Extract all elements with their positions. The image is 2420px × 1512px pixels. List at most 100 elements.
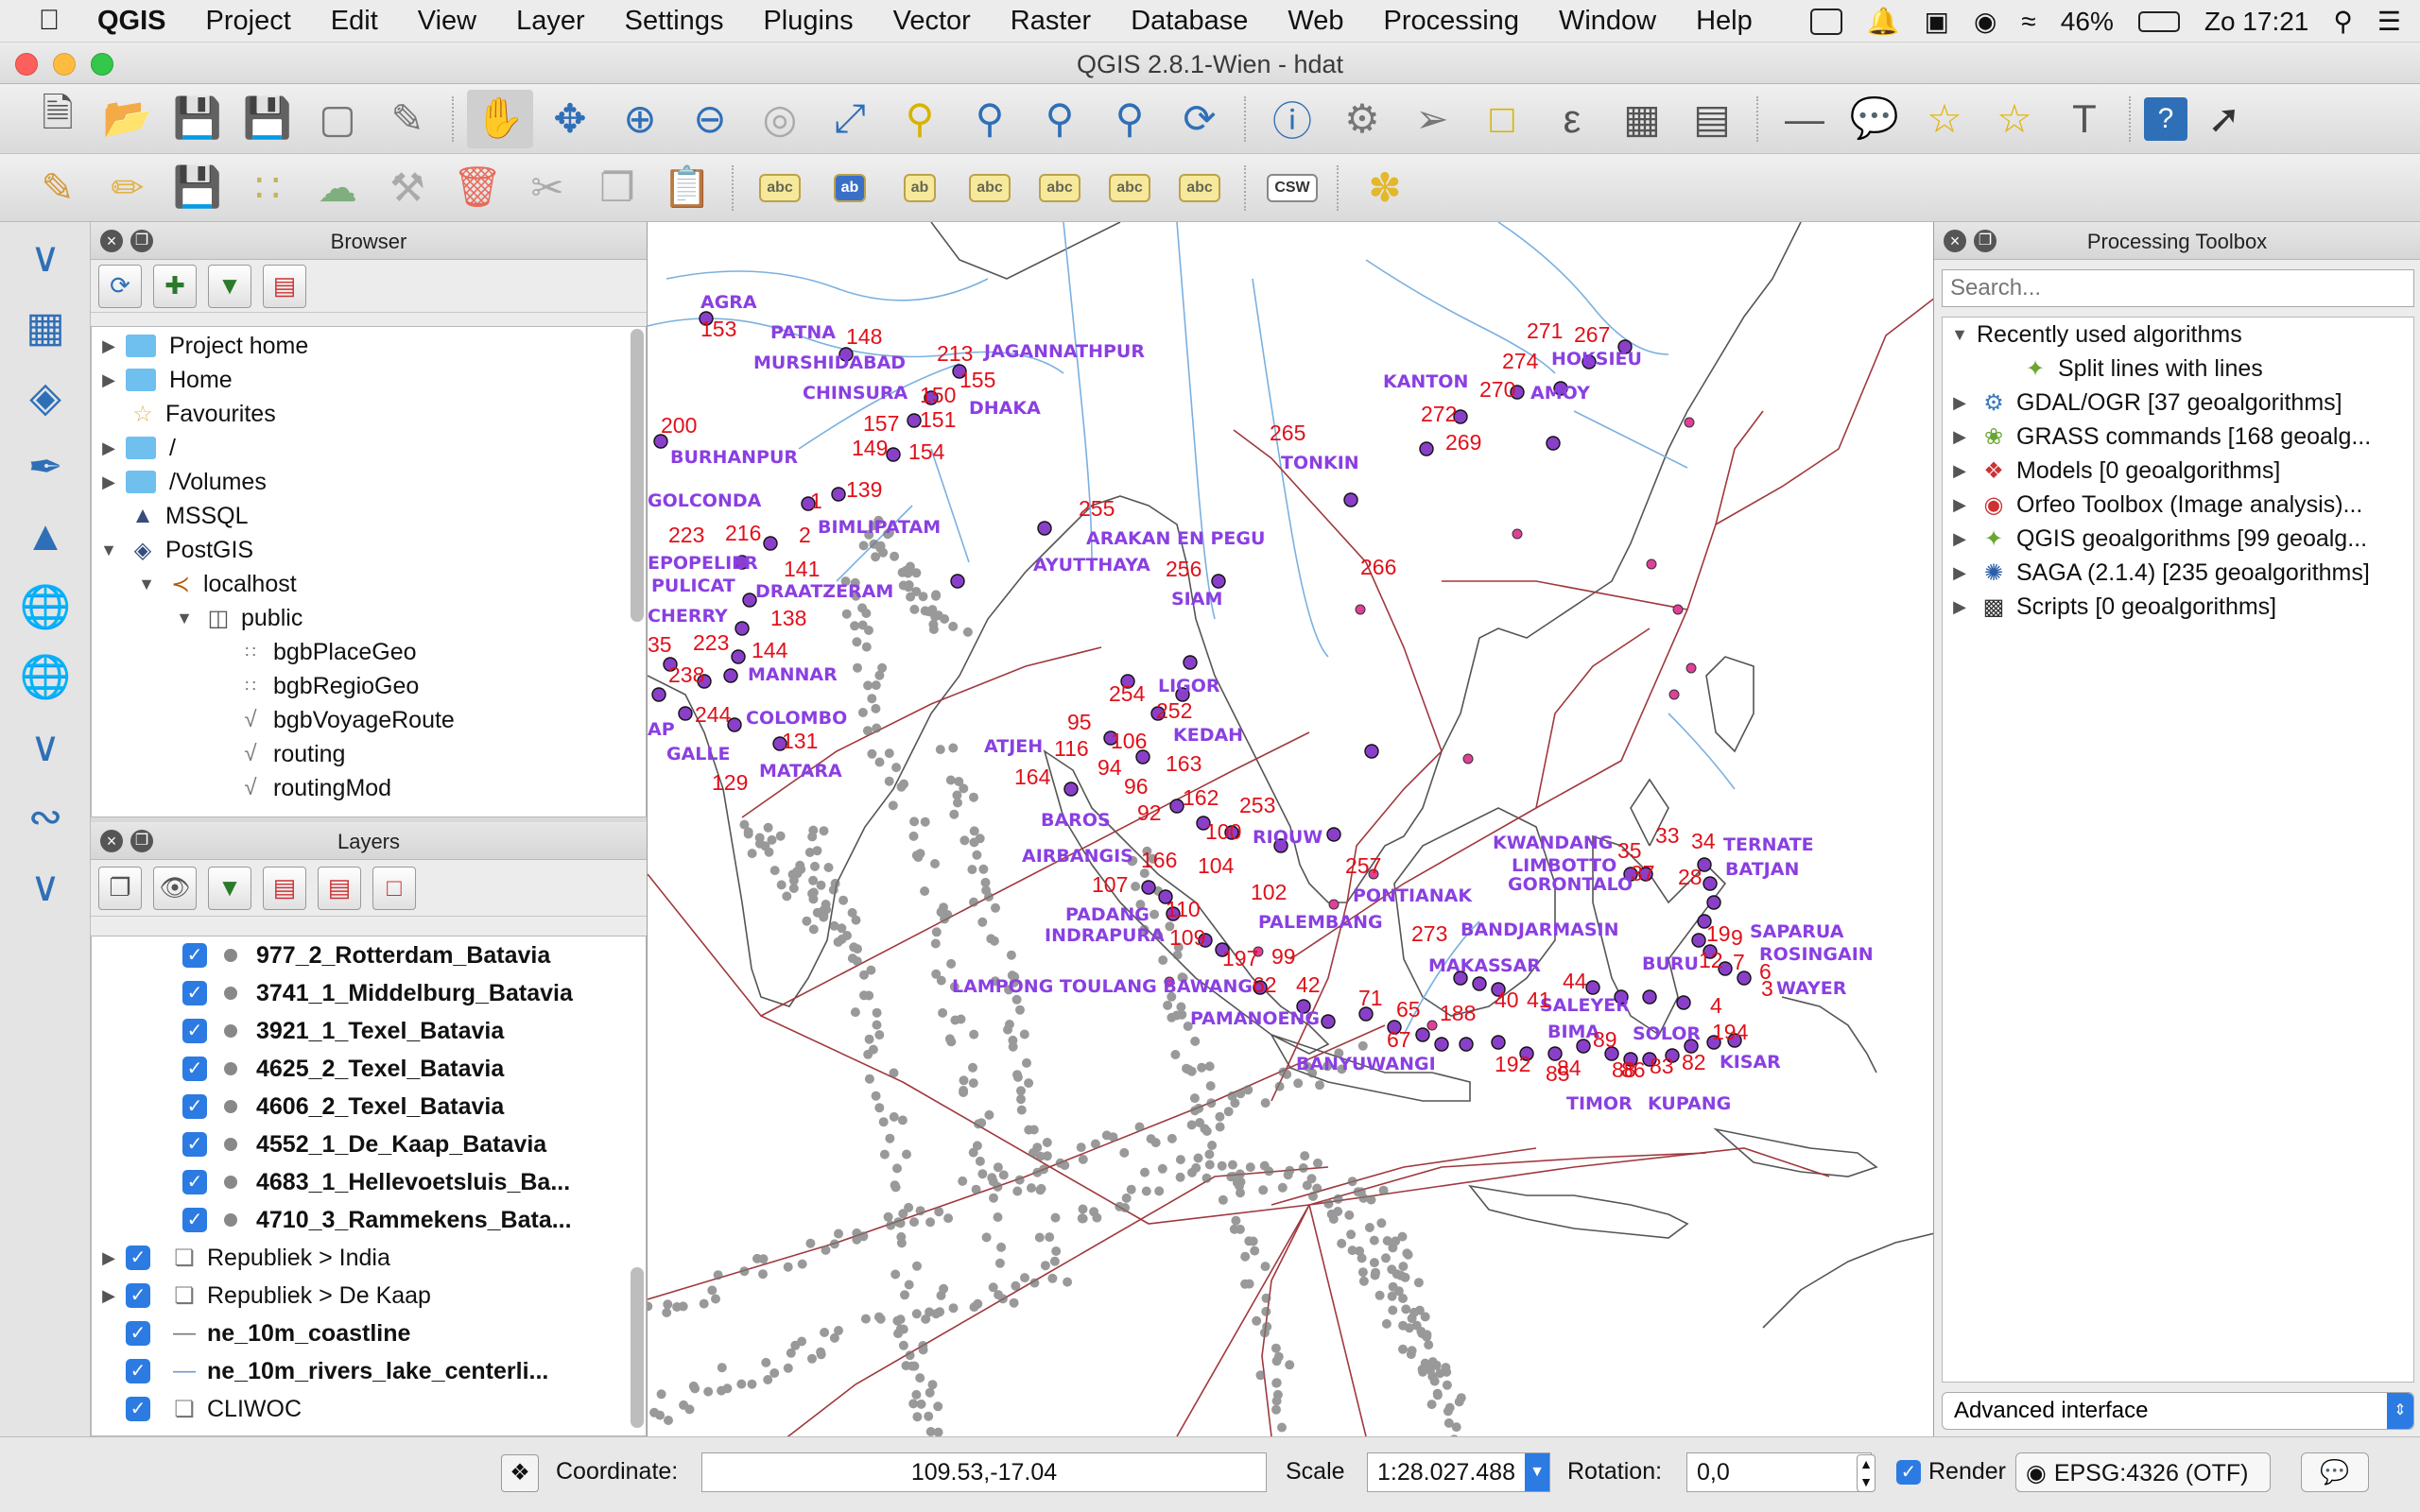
battery-icon[interactable] [2137, 10, 2180, 32]
menu-view[interactable]: View [398, 6, 496, 37]
current-edits-icon[interactable]: ✎ [25, 159, 91, 217]
zoom-to-selection-icon[interactable]: ⚲ [887, 90, 953, 148]
refresh-icon[interactable]: ⟳ [98, 264, 142, 308]
layer-visibility-checkbox[interactable]: ✓ [182, 1094, 207, 1119]
layer-row[interactable]: ✓ — ne_10m_coastline [92, 1314, 646, 1352]
field-calculator-icon[interactable]: ε [1539, 90, 1605, 148]
help-contents-icon[interactable]: ? [2144, 96, 2187, 141]
manage-visibility-icon[interactable]: 👁 [153, 866, 197, 910]
browser-scrollbar[interactable] [631, 329, 644, 622]
layer-row[interactable]: ✓ 4625_2_Texel_Batavia [92, 1050, 646, 1088]
toolbox-group[interactable]: ▶ ❖ Models [0 geoalgorithms] [1943, 454, 2413, 488]
show-bookmarks-icon[interactable]: ☆ [1981, 90, 2048, 148]
menu-window[interactable]: Window [1539, 6, 1676, 37]
add-selected-layers-icon[interactable]: ✚ [153, 264, 197, 308]
expand-arrow-icon[interactable]: ▶ [1943, 461, 1977, 481]
collapse-arrow-icon[interactable]: ▼ [167, 609, 201, 628]
label-layer-icon[interactable]: abc [747, 159, 813, 217]
menu-layer[interactable]: Layer [496, 6, 605, 37]
expand-arrow-icon[interactable]: ▶ [92, 370, 126, 390]
collapse-arrow-icon[interactable]: ▼ [130, 575, 164, 594]
expand-arrow-icon[interactable]: ▶ [1943, 597, 1977, 617]
rotation-stepper-icon[interactable]: ▲ ▼ [1857, 1454, 1876, 1492]
toolbox-group[interactable]: ▶ ▩ Scripts [0 geoalgorithms] [1943, 590, 2413, 624]
add-wfs-layer-icon[interactable]: ∨ [0, 712, 91, 782]
toolbox-group[interactable]: ▼ Recently used algorithms [1943, 318, 2413, 352]
node-tool-icon[interactable]: ⚒ [374, 159, 441, 217]
copy-features-icon[interactable]: ❐ [584, 159, 650, 217]
open-project-icon[interactable]: 📂 [95, 90, 161, 148]
save-as-icon[interactable]: 💾 [234, 90, 301, 148]
change-label-icon[interactable]: abc [1167, 159, 1233, 217]
collapse-all-icon[interactable]: ▤ [318, 866, 361, 910]
layer-visibility-checkbox[interactable]: ✓ [182, 1132, 207, 1157]
spotlight-search-icon[interactable]: ⚲ [2333, 6, 2353, 37]
new-shapefile-layer-icon[interactable]: ∨ [0, 851, 91, 921]
zoom-last-icon[interactable]: ⚲ [1027, 90, 1093, 148]
apple-icon[interactable]:  [21, 5, 78, 37]
paste-features-icon[interactable]: 📋 [654, 159, 720, 217]
wifi-icon[interactable]: ≈ [2021, 7, 2035, 37]
expand-all-icon[interactable]: ▤ [263, 866, 306, 910]
notification-bell-icon[interactable]: 🔔 [1867, 6, 1900, 37]
layer-row[interactable]: ✓ 4606_2_Texel_Batavia [92, 1088, 646, 1125]
menu-help[interactable]: Help [1676, 6, 1772, 37]
tree-item[interactable]: ▶ Home [92, 363, 646, 397]
add-vector-layer-icon[interactable]: ∨ [0, 222, 91, 292]
layer-group-row[interactable]: ✓ ❏ CLIWOC [92, 1390, 646, 1428]
tree-item[interactable]: √ routing [92, 737, 646, 771]
collapse-arrow-icon[interactable]: ▼ [1943, 325, 1977, 345]
pin-labels-icon[interactable]: ab [887, 159, 953, 217]
save-project-icon[interactable]: 💾 [164, 90, 231, 148]
expand-arrow-icon[interactable]: ▶ [92, 472, 126, 492]
zoom-in-icon[interactable]: ⊕ [607, 90, 673, 148]
rotate-label-icon[interactable]: abc [1097, 159, 1163, 217]
layer-row[interactable]: ✓ 3921_1_Texel_Batavia [92, 1012, 646, 1050]
select-features-icon[interactable]: ➢ [1399, 90, 1465, 148]
tree-item[interactable]: √ bgbVoyageRoute [92, 703, 646, 737]
save-layer-edits-icon[interactable]: 💾 [164, 159, 231, 217]
tree-item[interactable]: ▶ / [92, 431, 646, 465]
layer-visibility-checkbox[interactable]: ✓ [182, 1170, 207, 1194]
download-tray-icon[interactable] [1809, 8, 1842, 35]
collapse-arrow-icon[interactable]: ▼ [92, 541, 126, 560]
filter-legend-icon[interactable]: ▼ [208, 866, 251, 910]
zoom-native-icon[interactable]: ◎ [747, 90, 813, 148]
remove-layer-icon[interactable]: □ [372, 866, 416, 910]
layer-visibility-checkbox[interactable]: ✓ [126, 1397, 150, 1421]
tree-item[interactable]: ∷ bgbRegioGeo [92, 669, 646, 703]
menu-web[interactable]: Web [1268, 6, 1363, 37]
filter-browser-icon[interactable]: ▼ [208, 264, 251, 308]
cut-features-icon[interactable]: ✂ [514, 159, 580, 217]
collapse-all-icon[interactable]: ▤ [263, 264, 306, 308]
expand-arrow-icon[interactable]: ▶ [1943, 495, 1977, 515]
toolbox-search-input[interactable] [1942, 269, 2414, 307]
zoom-to-layer-icon[interactable]: ⚲ [957, 90, 1023, 148]
tree-item[interactable]: ▶ Project home [92, 329, 646, 363]
render-checkbox[interactable]: ✓ [1896, 1460, 1921, 1485]
tree-item[interactable]: ▼ ≺ localhost [92, 567, 646, 601]
menu-settings[interactable]: Settings [605, 6, 744, 37]
pan-to-selection-icon[interactable]: ✥ [537, 90, 603, 148]
crs-status-button[interactable]: ◉ EPSG:4326 (OTF) [2015, 1452, 2271, 1492]
map-canvas[interactable]: AGRA PATNA MURSHIDABAD JAGANNATHPUR CHIN… [647, 222, 1934, 1436]
toggle-extents-icon[interactable]: ❖ [501, 1454, 539, 1492]
layer-group-row[interactable]: ▶ ✓ ❏ Republiek > India [92, 1239, 646, 1277]
add-feature-icon[interactable]: ∷ [234, 159, 301, 217]
new-bookmark-icon[interactable]: ☆ [1911, 90, 1978, 148]
spotify-icon[interactable]: ◉ [1974, 6, 1996, 37]
messages-button[interactable]: 💬 [2301, 1452, 2369, 1492]
csw-icon[interactable]: CSW [1259, 159, 1325, 217]
layer-visibility-checkbox[interactable]: ✓ [182, 943, 207, 968]
move-label-icon[interactable]: abc [1027, 159, 1093, 217]
whats-this-icon[interactable]: ➚ [2191, 90, 2257, 148]
add-spatialite-layer-icon[interactable]: ✒ [0, 432, 91, 502]
menu-plugins[interactable]: Plugins [743, 6, 873, 37]
add-wms-layer-icon[interactable]: 🌐 [0, 572, 91, 642]
toggle-editing-icon[interactable]: ✏ [95, 159, 161, 217]
menu-raster[interactable]: Raster [991, 6, 1111, 37]
show-hide-labels-icon[interactable]: abc [957, 159, 1023, 217]
menu-app-name[interactable]: QGIS [78, 6, 186, 37]
new-project-icon[interactable]: 🗎 [25, 90, 91, 148]
notification-center-icon[interactable]: ☰ [2377, 6, 2401, 37]
